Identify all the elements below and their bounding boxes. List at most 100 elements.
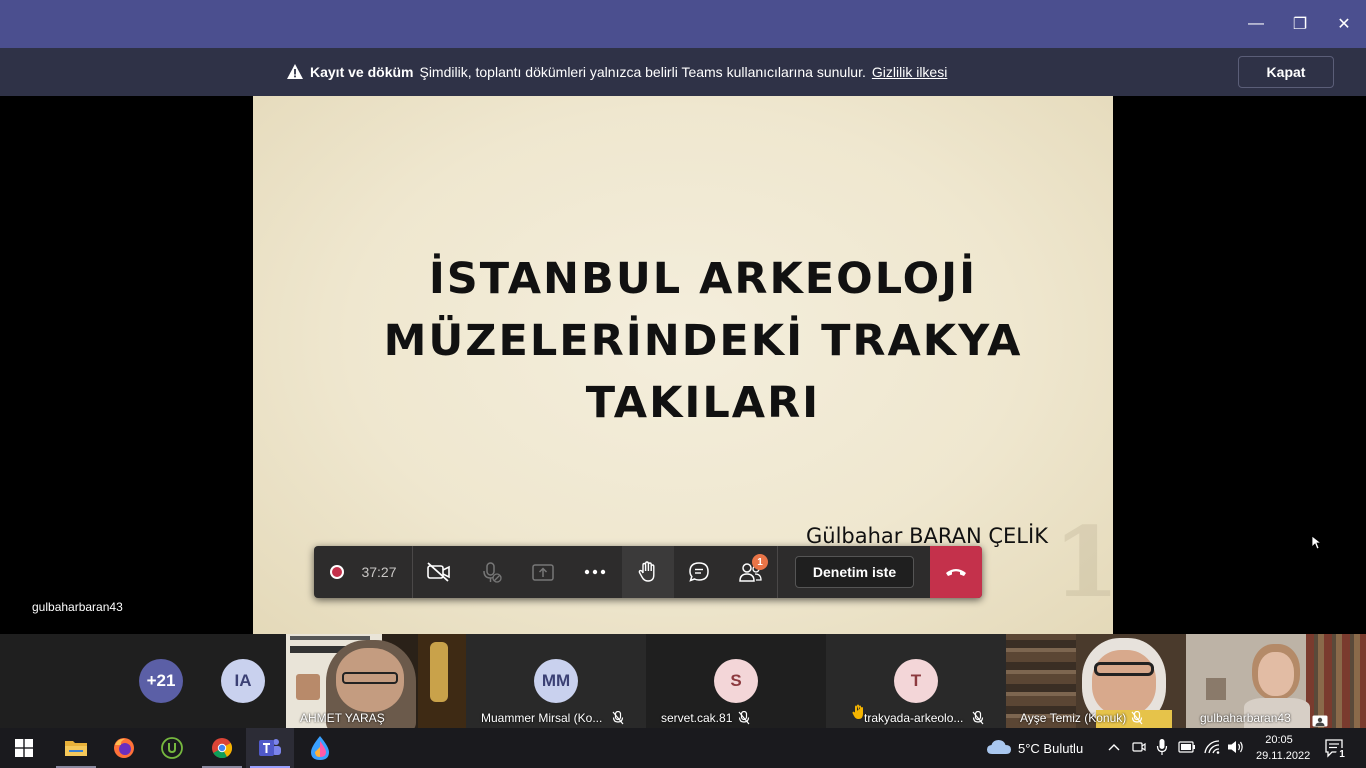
- banner-text: Kayıt ve döküm Şimdilik, toplantı döküml…: [286, 63, 947, 81]
- hangup-button[interactable]: [930, 546, 982, 598]
- bookshelf-background: [1306, 634, 1366, 728]
- taskbar-teams[interactable]: [246, 728, 294, 768]
- mic-off-icon: [738, 711, 750, 725]
- toolbar-divider: [777, 546, 778, 598]
- participant-strip: +21 IA AHMET YARAŞ MM Muammer Mirsal (Ko…: [0, 634, 1366, 728]
- banner-bold-label: Kayıt ve döküm: [310, 64, 414, 80]
- chrome-icon: [212, 738, 233, 759]
- toolbar-divider: [412, 546, 413, 598]
- record-indicator[interactable]: [324, 546, 350, 598]
- camera-button[interactable]: [414, 546, 464, 598]
- gold-artifact-image: [430, 642, 448, 702]
- close-banner-button[interactable]: Kapat: [1238, 56, 1334, 88]
- hangup-icon: [946, 569, 966, 576]
- pin-user-icon: [1312, 715, 1328, 727]
- participant-name: gulbaharbaran43: [1200, 711, 1291, 725]
- taskbar-utorrent[interactable]: [148, 728, 196, 768]
- clock-date: 29.11.2022: [1256, 750, 1311, 762]
- presenter-label: gulbaharbaran43: [32, 600, 123, 614]
- camera-off-icon: [427, 562, 450, 582]
- participant-name: trakyada-arkeolo...: [864, 711, 964, 725]
- meeting-timer: 37:27: [354, 546, 404, 598]
- minimize-button[interactable]: —: [1234, 0, 1278, 48]
- raise-hand-button[interactable]: [622, 546, 674, 598]
- taskbar-paint-app[interactable]: [296, 728, 344, 768]
- overflow-participants-button[interactable]: +21: [139, 659, 183, 703]
- notification-count: 1: [1336, 748, 1348, 760]
- taskbar-file-explorer[interactable]: [52, 728, 100, 768]
- participant-avatar-ia[interactable]: IA: [221, 659, 265, 703]
- participants-badge: 1: [752, 554, 768, 570]
- share-button[interactable]: [518, 546, 568, 598]
- slide-page-number: 1: [1053, 506, 1120, 619]
- share-icon: [532, 564, 554, 581]
- participant-video-face: [1258, 652, 1294, 696]
- participant-name: Muammer Mirsal (Ko...: [481, 711, 603, 725]
- windows-taskbar: 5°C Bulutlu 20:05 29.11.2022 1: [0, 728, 1366, 768]
- thumbnail-text-line: [290, 636, 370, 640]
- participant-tile-ayse[interactable]: Ayşe Temiz (Konuk): [1006, 634, 1186, 728]
- warning-icon: [287, 64, 303, 79]
- thumbnail-photo: [296, 674, 320, 700]
- raise-hand-icon: [638, 561, 655, 582]
- mic-off-icon: [483, 562, 502, 583]
- slide-title-line-1: İSTANBUL ARKEOLOJİ: [428, 254, 978, 304]
- close-window-button[interactable]: ✕: [1322, 0, 1366, 48]
- firefox-icon: [114, 738, 134, 758]
- microphone-icon[interactable]: [1156, 738, 1168, 756]
- restore-button[interactable]: ❐: [1278, 0, 1322, 48]
- title-bar: — ❐ ✕: [0, 0, 1366, 48]
- privacy-link[interactable]: Gizlilik ilkesi: [872, 64, 947, 80]
- participant-tile-trakyada[interactable]: T trakyada-arkeolo...: [826, 634, 1006, 728]
- meet-now-icon[interactable]: [1132, 739, 1146, 755]
- clock-time: 20:05: [1265, 734, 1293, 746]
- wifi-icon[interactable]: [1203, 739, 1221, 755]
- slide-title-line-3: TAKILARI: [585, 378, 821, 428]
- file-explorer-icon: [65, 741, 87, 756]
- more-icon: [584, 569, 606, 575]
- chat-button[interactable]: [674, 546, 724, 598]
- taskbar-firefox[interactable]: [100, 728, 148, 768]
- paint-drop-icon: [311, 736, 329, 760]
- slide-title: İSTANBUL ARKEOLOJİ MÜZELERİNDEKİ TRAKYA …: [253, 248, 1153, 434]
- participant-avatar-s: S: [714, 659, 758, 703]
- participant-name: AHMET YARAŞ: [300, 711, 385, 725]
- participant-tile-ahmet[interactable]: AHMET YARAŞ: [286, 634, 466, 728]
- taskbar-chrome[interactable]: [198, 728, 246, 768]
- wall-picture: [1206, 678, 1226, 700]
- battery-icon[interactable]: [1178, 740, 1196, 754]
- mic-off-icon: [972, 711, 984, 725]
- banner-message: Şimdilik, toplantı dökümleri yalnızca be…: [419, 64, 866, 80]
- participant-video-glasses: [342, 672, 398, 684]
- mic-off-icon: [612, 711, 624, 725]
- start-button[interactable]: [0, 728, 48, 768]
- participant-video-face: [1092, 650, 1156, 716]
- more-actions-button[interactable]: [570, 546, 620, 598]
- participants-button[interactable]: [726, 546, 776, 598]
- teams-icon: [259, 739, 281, 756]
- participant-tile-gulbahar[interactable]: gulbaharbaran43: [1186, 634, 1366, 728]
- participant-tile-servet[interactable]: S servet.cak.81: [646, 634, 826, 728]
- mic-button[interactable]: [466, 546, 516, 598]
- slide-title-line-2: MÜZELERİNDEKİ TRAKYA: [383, 316, 1023, 366]
- participant-avatar-t: T: [894, 659, 938, 703]
- participant-video-glasses: [1094, 662, 1154, 676]
- chat-icon: [689, 562, 709, 582]
- mouse-cursor-icon: [1312, 536, 1322, 550]
- participant-avatar-mm: MM: [534, 659, 578, 703]
- chevron-up-icon[interactable]: [1108, 742, 1120, 752]
- meeting-toolbar: 37:27 Denetim iste: [314, 546, 982, 598]
- volume-icon[interactable]: [1227, 739, 1245, 755]
- recording-banner: Kayıt ve döküm Şimdilik, toplantı döküml…: [0, 48, 1366, 96]
- participant-tile-muammer[interactable]: MM Muammer Mirsal (Ko...: [466, 634, 646, 728]
- slide-author: Gülbahar BARAN ÇELİK: [806, 524, 1048, 548]
- weather-text[interactable]: 5°C Bulutlu: [1018, 741, 1083, 756]
- cloud-weather-icon: [987, 740, 1011, 754]
- taskbar-clock[interactable]: 20:05 29.11.2022: [1256, 732, 1311, 764]
- request-control-button[interactable]: Denetim iste: [795, 556, 914, 588]
- raised-hand-icon: [852, 704, 863, 719]
- participant-name: Ayşe Temiz (Konuk): [1020, 711, 1127, 725]
- timer-text: 37:27: [361, 564, 397, 580]
- utorrent-icon: [161, 737, 183, 759]
- record-icon: [330, 565, 344, 579]
